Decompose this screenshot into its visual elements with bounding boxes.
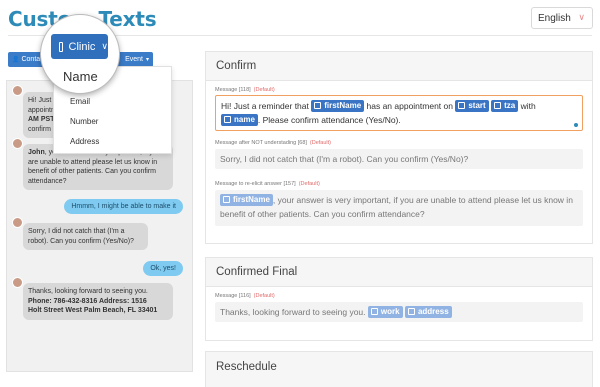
reelicit-textarea[interactable]: firstName, your answer is very important…	[215, 190, 583, 226]
user-icon: 👤	[12, 57, 20, 63]
calendar-icon	[458, 102, 466, 109]
person-icon	[223, 196, 230, 203]
avatar	[12, 138, 23, 149]
default-link[interactable]: (Default)	[254, 293, 275, 299]
chat-line: Holt Street West Palm Beach, FL 33401	[28, 307, 158, 314]
default-link[interactable]: (Default)	[310, 140, 331, 146]
tag-label: address	[417, 306, 449, 316]
tag-label: firstName	[233, 194, 270, 204]
field-label: Message [118] (Default)	[215, 87, 275, 93]
default-link[interactable]: (Default)	[299, 181, 320, 187]
field-label: Message to re-elicit answer [157] (Defaul…	[215, 181, 320, 187]
chevron-down-icon: ∨	[578, 12, 585, 22]
message-textarea[interactable]: Hi! Just a reminder that firstName has a…	[215, 95, 583, 131]
message-text: Thanks, looking forward to seeing you.	[220, 307, 366, 317]
tag-address[interactable]: address	[404, 305, 452, 318]
language-select[interactable]: English ∨	[531, 7, 593, 29]
avatar	[12, 217, 23, 228]
field-label: Message [116] (Default)	[215, 293, 275, 299]
chevron-down-icon: ▾	[145, 57, 149, 63]
message-text: has an appointment on	[364, 101, 456, 111]
chat-text: , your answer is very important, if you …	[28, 149, 161, 185]
not-understood-textarea[interactable]: Sorry, I did not catch that (I'm a robot…	[215, 149, 583, 169]
chat-reply: Hmmm, I might be able to make it	[64, 199, 183, 214]
panel-title[interactable]: Reschedule	[206, 352, 592, 381]
person-icon	[314, 102, 322, 109]
tag-firstname[interactable]: firstName	[311, 99, 365, 112]
clinic-button[interactable]: Clinic ∨	[51, 34, 108, 59]
chevron-down-icon: ∨	[101, 41, 108, 51]
dropdown-item-name[interactable]: Name	[63, 69, 98, 84]
resize-handle[interactable]	[574, 123, 578, 127]
label-text: Message [118]	[215, 87, 251, 93]
message-text: with	[518, 101, 536, 111]
default-link[interactable]: (Default)	[254, 87, 275, 93]
clinic-icon	[59, 41, 63, 52]
tag-tza[interactable]: tza	[491, 99, 519, 112]
reschedule-panel: Reschedule	[205, 351, 593, 387]
confirm-panel: Confirm Message [118] (Default) Hi! Just …	[205, 51, 593, 244]
message-text: Hi! Just a reminder that	[221, 101, 312, 111]
tag-label: name	[234, 114, 255, 124]
panel-body: Message [118] (Default) Hi! Just a remind…	[206, 81, 592, 243]
confirmed-final-textarea[interactable]: Thanks, looking forward to seeing you. w…	[215, 302, 583, 322]
magnifier-overlay: Clinic ∨ Name	[40, 14, 120, 94]
clinic-label: Clinic	[68, 40, 96, 53]
tag-label: work	[380, 306, 400, 316]
tag-label: start	[468, 100, 486, 110]
chat-line: Phone: 786-432-8316 Address: 1516	[28, 297, 147, 305]
avatar	[12, 277, 23, 288]
panel-body: Message [116] (Default) Thanks, looking f…	[206, 287, 592, 340]
tag-label: tza	[504, 100, 516, 110]
dropdown-item-address[interactable]: Address	[70, 137, 99, 146]
label-text: Message [116]	[215, 293, 251, 299]
message-text: , your answer is very important, if you …	[220, 195, 573, 219]
panel-title: Confirmed Final	[206, 258, 592, 287]
language-value: English	[538, 12, 571, 24]
avatar	[12, 85, 23, 96]
tag-name[interactable]: name	[221, 113, 258, 126]
chat-line: Thanks, looking forward to seeing you.	[28, 288, 148, 295]
tag-work[interactable]: work	[367, 305, 403, 318]
tag-firstname[interactable]: firstName	[220, 193, 273, 206]
tag-start[interactable]: start	[455, 99, 489, 112]
panel-title: Confirm	[206, 52, 592, 81]
chat-reply: Ok, yes!	[143, 261, 183, 276]
label-text: Message to re-elicit answer [157]	[215, 181, 296, 187]
dropdown-item-number[interactable]: Number	[70, 117, 98, 126]
field-label: Message after NOT understading [68] (Defa…	[215, 140, 331, 146]
message-text: . Please confirm attendance (Yes/No).	[257, 115, 401, 125]
patient-name: John	[28, 149, 45, 156]
clinic-icon	[224, 116, 231, 123]
clinic-icon	[370, 308, 378, 315]
tag-label: firstName	[324, 100, 362, 110]
calendar-icon	[494, 102, 502, 109]
label-text: Message after NOT understading [68]	[215, 140, 307, 146]
clinic-icon	[407, 308, 415, 315]
event-button[interactable]: Event ▾	[117, 52, 153, 67]
dropdown-item-email[interactable]: Email	[70, 97, 90, 106]
chat-message: Thanks, looking forward to seeing you. P…	[23, 283, 173, 320]
confirmed-final-panel: Confirmed Final Message [116] (Default) T…	[205, 257, 593, 341]
chat-message: Sorry, I did not catch that (I'm a robot…	[23, 223, 148, 250]
event-label: Event	[125, 56, 143, 63]
